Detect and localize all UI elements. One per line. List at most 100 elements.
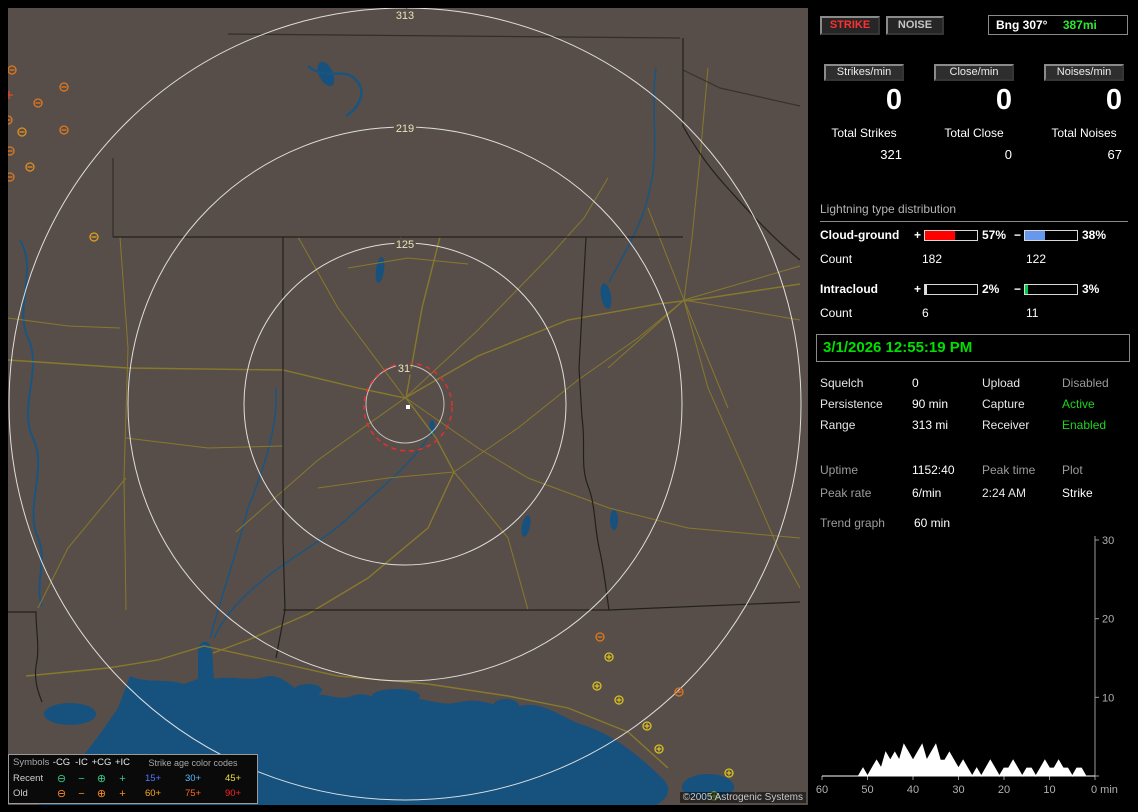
ic-positive-bar-fill [925, 285, 928, 294]
trend-graph: 30 20 10 60 50 40 30 20 10 0 min [816, 535, 1118, 796]
receiver-location-marker [406, 405, 410, 409]
receiver-label: Receiver [982, 418, 1030, 432]
legend-age-75: 75+ [184, 787, 202, 799]
ic-positive-count: 6 [922, 306, 929, 320]
legend-col-neg-ic: -IC [75, 757, 88, 768]
legend-age-45: 45+ [224, 772, 242, 784]
legend-age-header: Strike age color codes [148, 758, 238, 768]
settings-row-1: Squelch 0 Upload Disabled [820, 376, 1130, 392]
cloud-ground-label: Cloud-ground [820, 228, 900, 242]
cg-positive-pct: 57% [982, 228, 1007, 242]
legend-row-recent: Recent ⊖ − ⊕ + 15+ 30+ 45+ [9, 771, 257, 786]
settings-row-3: Range 313 mi Receiver Enabled [820, 418, 1130, 434]
receiver-value: Enabled [1062, 418, 1107, 432]
intracloud-label: Intracloud [820, 282, 879, 296]
trend-x-tick-label: 0 min [1091, 784, 1118, 796]
pos-ic-old-icon: + [119, 787, 126, 800]
cg-negative-pct: 38% [1082, 228, 1107, 242]
map-legend: Symbols -CG -IC +CG +IC Strike age color… [8, 754, 258, 804]
legend-row-old: Old ⊖ − ⊕ + 60+ 75+ 90+ [9, 786, 257, 801]
ic-negative-pct: 3% [1082, 282, 1100, 296]
peak-rate-label: Peak rate [820, 486, 872, 500]
upload-value: Disabled [1062, 376, 1109, 390]
map-canvas: 313 219 125 31 [8, 8, 808, 805]
cg-count-label: Count [820, 252, 853, 266]
bearing-value: Bng 307° [996, 18, 1048, 32]
ring-label-219: 219 [396, 123, 414, 135]
pos-ic-recent-icon: + [119, 772, 126, 785]
trend-x-tick-label: 50 [861, 784, 873, 796]
squelch-label: Squelch [820, 376, 864, 390]
stats-row-2: Peak rate 6/min 2:24 AM Strike [820, 486, 1130, 502]
ring-label-125: 125 [396, 239, 414, 251]
strikes-per-min-value: 0 [885, 84, 902, 116]
noises-per-min-column: Noises/min 0 Total Noises 67 [1036, 64, 1132, 162]
squelch-value: 0 [912, 376, 919, 390]
strike-indicator-button[interactable]: STRIKE [820, 16, 880, 35]
legend-col-neg-cg: -CG [52, 757, 71, 768]
peak-rate-value: 6/min [912, 486, 942, 500]
nexstorm-app-window: 313 219 125 31 Symbols -CG -IC +CG +IC S… [0, 0, 1138, 812]
cloud-ground-count-row: Count 182 122 [820, 252, 1130, 268]
pos-cg-recent-icon: ⊕ [96, 772, 107, 785]
legend-age-90: 90+ [224, 787, 242, 799]
ic-positive-pct: 2% [982, 282, 1000, 296]
noise-indicator-button[interactable]: NOISE [886, 16, 944, 35]
ic-negative-bar [1024, 284, 1078, 295]
legend-age-15: 15+ [144, 772, 162, 784]
close-per-min-value: 0 [995, 84, 1012, 116]
bearing-range-value: 387mi [1062, 18, 1097, 32]
trend-window-value: 60 min [914, 516, 951, 530]
distribution-header: Lightning type distribution [820, 202, 1128, 222]
total-strikes-value: 321 [880, 147, 902, 162]
strikes-per-min-button[interactable]: Strikes/min [824, 64, 904, 81]
persistence-value: 90 min [912, 397, 949, 411]
status-panel: STRIKE NOISE Bng 307° 387mi Strikes/min … [816, 8, 1132, 805]
bearing-readout: Bng 307° 387mi [988, 15, 1128, 35]
total-noises-value: 67 [1107, 147, 1122, 162]
total-noises-label: Total Noises [1051, 126, 1117, 140]
cg-positive-bar-fill [925, 231, 955, 240]
plot-label: Plot [1062, 463, 1083, 477]
capture-value: Active [1062, 397, 1095, 411]
lightning-map[interactable]: 313 219 125 31 Symbols -CG -IC +CG +IC S… [8, 8, 808, 805]
total-close-value: 0 [1004, 147, 1012, 162]
cg-negative-bar [1024, 230, 1078, 241]
cg-negative-count: 122 [1026, 252, 1047, 266]
intracloud-count-row: Count 6 11 [820, 306, 1130, 322]
distribution-row-cloud-ground: Cloud-ground + 57% − 38% [820, 228, 1130, 244]
peak-time-value: 2:24 AM [982, 486, 1027, 500]
legend-col-pos-cg: +CG [91, 757, 112, 768]
ring-label-313: 313 [396, 10, 414, 22]
range-label: Range [820, 418, 856, 432]
cg-positive-bar [924, 230, 978, 241]
stats-row-1: Uptime 1152:40 Peak time Plot [820, 463, 1130, 479]
noises-per-min-value: 0 [1105, 84, 1122, 116]
settings-row-2: Persistence 90 min Capture Active [820, 397, 1130, 413]
trend-series [822, 743, 1095, 778]
copyright-text: ©2005 Astrogenic Systems [679, 792, 806, 803]
ic-minus-sign: − [1014, 282, 1022, 296]
close-per-min-column: Close/min 0 Total Close 0 [926, 64, 1022, 162]
uptime-label: Uptime [820, 463, 859, 477]
trend-graph-label: Trend graph [820, 516, 885, 530]
legend-symbols-header: Symbols [13, 757, 50, 768]
persistence-label: Persistence [820, 397, 883, 411]
ic-positive-bar [924, 284, 978, 295]
legend-recent-label: Recent [13, 772, 44, 784]
trend-x-tick-label: 60 [816, 784, 828, 796]
neg-ic-old-icon: − [78, 787, 85, 800]
pos-cg-old-icon: ⊕ [96, 787, 107, 800]
total-strikes-label: Total Strikes [831, 126, 897, 140]
trend-y-tick-label: 20 [1102, 614, 1114, 626]
noises-per-min-button[interactable]: Noises/min [1044, 64, 1124, 81]
capture-label: Capture [982, 397, 1025, 411]
trend-x-tick-label: 30 [952, 784, 964, 796]
trend-x-tick-label: 10 [1043, 784, 1055, 796]
neg-cg-old-icon: ⊖ [56, 787, 67, 800]
close-per-min-button[interactable]: Close/min [934, 64, 1014, 81]
plot-value: Strike [1062, 486, 1093, 500]
peak-time-label: Peak time [982, 463, 1036, 477]
legend-age-60: 60+ [144, 787, 162, 799]
cg-negative-bar-fill [1025, 231, 1045, 240]
